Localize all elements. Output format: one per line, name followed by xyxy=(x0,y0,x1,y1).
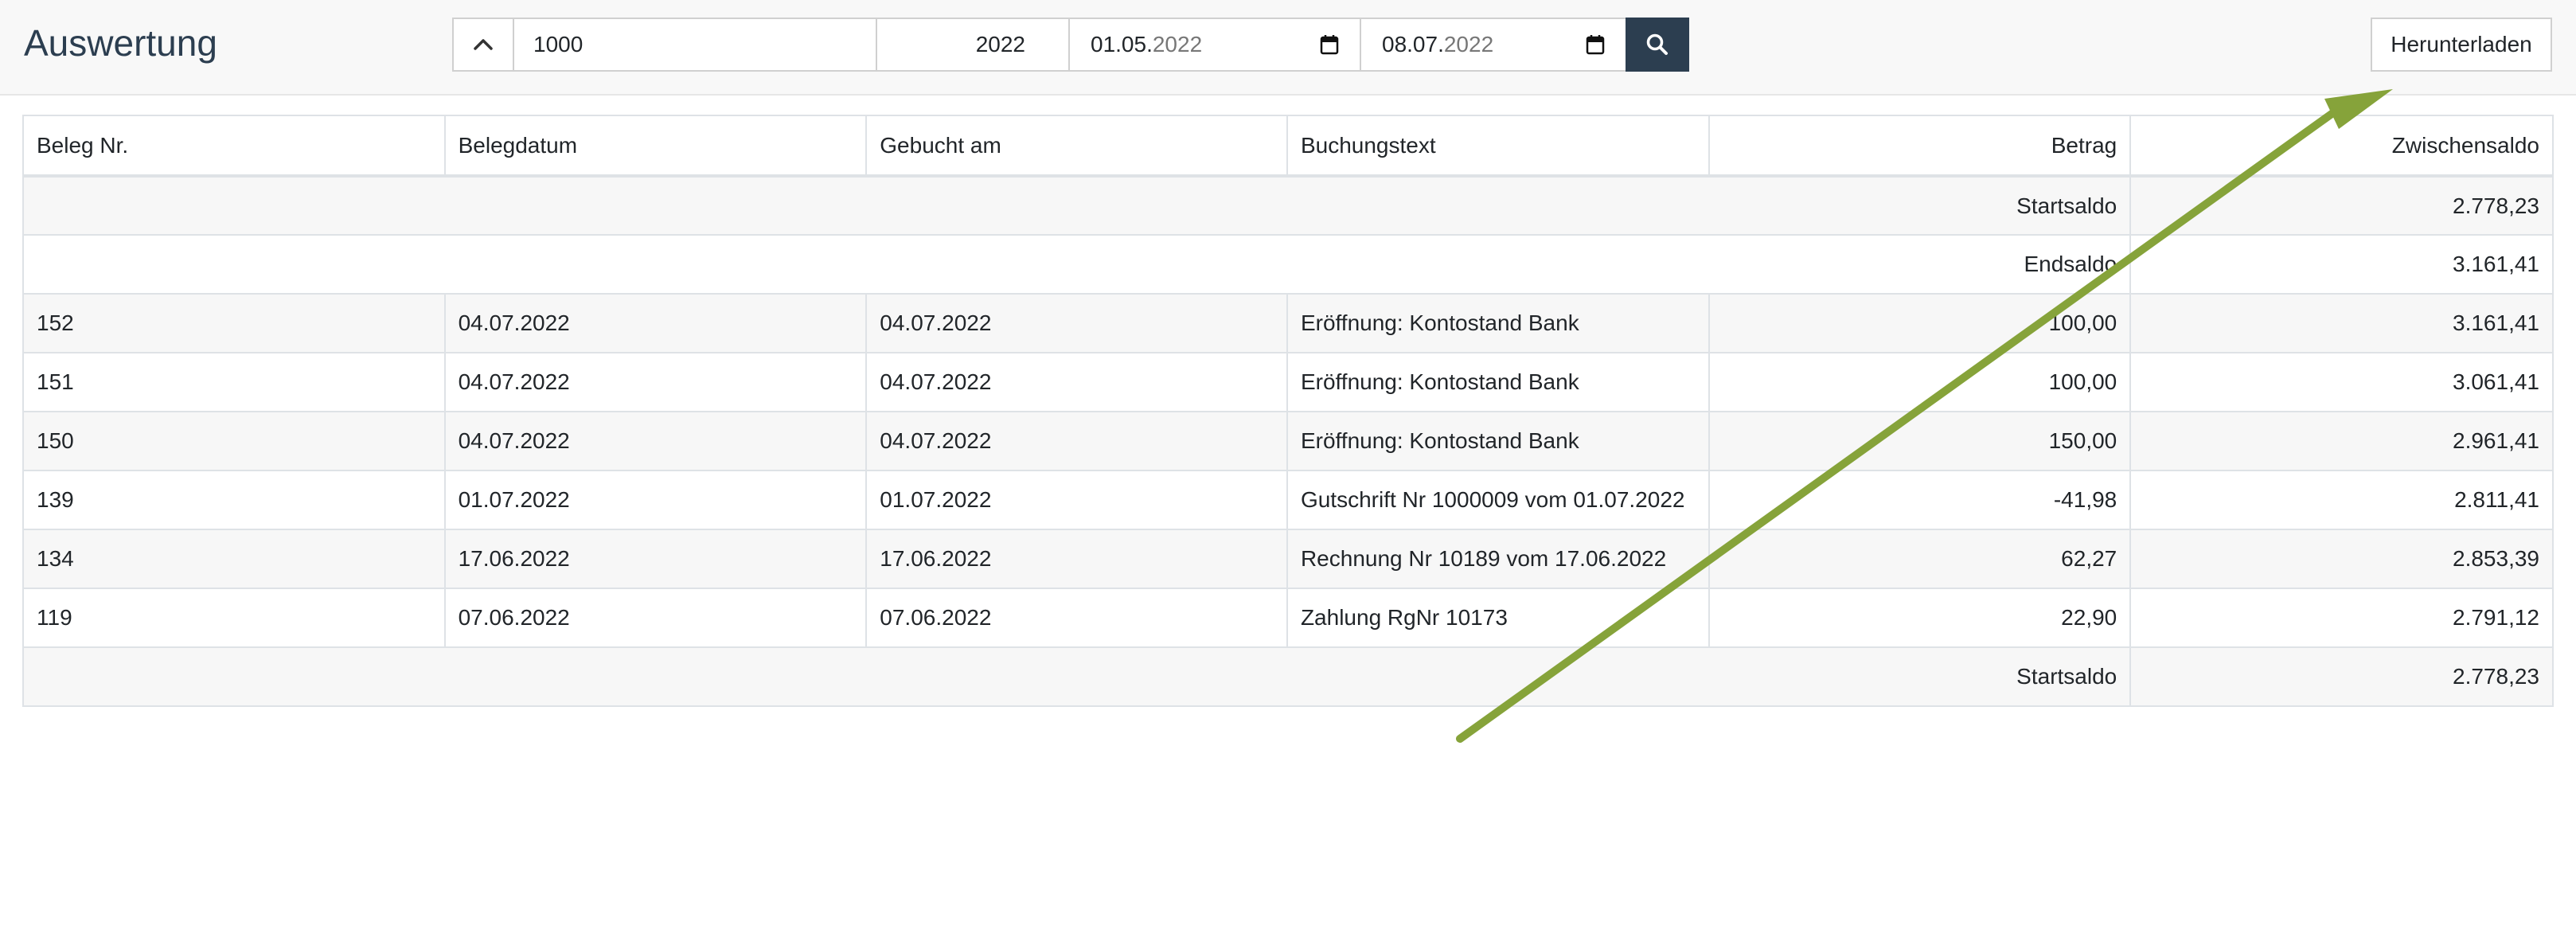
cell-belegdatum: 04.07.2022 xyxy=(443,411,868,471)
table-row[interactable]: 152 04.07.2022 04.07.2022 Eröffnung: Kon… xyxy=(22,293,2554,353)
account-input[interactable]: 1000 xyxy=(513,18,877,72)
date-to-value: 08.07.2022 xyxy=(1382,32,1494,57)
cell-zwischensaldo: 2.791,12 xyxy=(2129,588,2554,648)
cell-belegdatum: 04.07.2022 xyxy=(443,293,868,353)
cell-betrag: 150,00 xyxy=(1708,411,2132,471)
page-title: Auswertung xyxy=(24,22,217,64)
cell-buchungstext: Eröffnung: Kontostand Bank xyxy=(1286,411,1710,471)
cell-zwischensaldo: 2.811,41 xyxy=(2129,470,2554,530)
column-header-buchungstext[interactable]: Buchungstext xyxy=(1286,115,1710,178)
cell-beleg-nr: 151 xyxy=(22,352,446,412)
column-header-gebucht-am[interactable]: Gebucht am xyxy=(865,115,1288,178)
column-header-beleg-nr[interactable]: Beleg Nr. xyxy=(22,115,446,178)
summary-value: 3.161,41 xyxy=(2129,234,2554,295)
summary-value: 2.778,23 xyxy=(2129,646,2554,707)
download-button[interactable]: Herunterladen xyxy=(2371,18,2552,72)
cell-gebucht-am: 07.06.2022 xyxy=(865,588,1288,648)
table-row[interactable]: 150 04.07.2022 04.07.2022 Eröffnung: Kon… xyxy=(22,411,2554,471)
cell-buchungstext: Zahlung RgNr 10173 xyxy=(1286,588,1710,648)
cell-betrag: 22,90 xyxy=(1708,588,2132,648)
summary-label: Startsaldo xyxy=(21,646,2132,707)
cell-belegdatum: 04.07.2022 xyxy=(443,352,868,412)
chevron-up-icon xyxy=(474,39,493,50)
ledger-table: Beleg Nr. Belegdatum Gebucht am Buchungs… xyxy=(21,115,2554,707)
year-value: 2022 xyxy=(975,32,1025,57)
cell-belegdatum: 17.06.2022 xyxy=(443,529,868,589)
evaluation-page: Auswertung 1000 2022 01.05.2022 08.07.20… xyxy=(0,0,2576,941)
cell-buchungstext: Gutschrift Nr 1000009 vom 01.07.2022 xyxy=(1286,470,1710,530)
column-header-belegdatum[interactable]: Belegdatum xyxy=(443,115,868,178)
table-row[interactable]: 139 01.07.2022 01.07.2022 Gutschrift Nr … xyxy=(22,470,2554,530)
cell-gebucht-am: 17.06.2022 xyxy=(865,529,1288,589)
summary-row-endsaldo: Endsaldo 3.161,41 xyxy=(21,234,2554,295)
summary-row-startsaldo: Startsaldo 2.778,23 xyxy=(21,175,2554,236)
table-row[interactable]: 119 07.06.2022 07.06.2022 Zahlung RgNr 1… xyxy=(22,588,2554,648)
summary-label: Endsaldo xyxy=(21,234,2132,295)
search-button[interactable] xyxy=(1626,18,1689,72)
search-icon xyxy=(1646,33,1668,55)
year-input[interactable]: 2022 xyxy=(876,18,1070,72)
account-value: 1000 xyxy=(533,32,584,57)
cell-gebucht-am: 04.07.2022 xyxy=(865,293,1288,353)
cell-gebucht-am: 01.07.2022 xyxy=(865,470,1288,530)
cell-buchungstext: Rechnung Nr 10189 vom 17.06.2022 xyxy=(1286,529,1710,589)
cell-zwischensaldo: 2.853,39 xyxy=(2129,529,2554,589)
cell-betrag: 100,00 xyxy=(1708,293,2132,353)
cell-zwischensaldo: 3.061,41 xyxy=(2129,352,2554,412)
cell-beleg-nr: 139 xyxy=(22,470,446,530)
filter-input-group: 1000 2022 01.05.2022 08.07.2022 xyxy=(452,18,1689,72)
ledger-table-wrapper: Beleg Nr. Belegdatum Gebucht am Buchungs… xyxy=(21,115,2554,707)
cell-gebucht-am: 04.07.2022 xyxy=(865,411,1288,471)
column-header-betrag[interactable]: Betrag xyxy=(1708,115,2132,178)
calendar-icon[interactable] xyxy=(1586,34,1605,55)
cell-beleg-nr: 119 xyxy=(22,588,446,648)
cell-buchungstext: Eröffnung: Kontostand Bank xyxy=(1286,352,1710,412)
collapse-toggle-button[interactable] xyxy=(452,18,514,72)
table-header-row: Beleg Nr. Belegdatum Gebucht am Buchungs… xyxy=(22,115,2554,178)
cell-buchungstext: Eröffnung: Kontostand Bank xyxy=(1286,293,1710,353)
summary-row-startsaldo-bottom: Startsaldo 2.778,23 xyxy=(21,646,2554,707)
date-to-input[interactable]: 08.07.2022 xyxy=(1360,18,1627,72)
date-from-input[interactable]: 01.05.2022 xyxy=(1068,18,1361,72)
date-from-value: 01.05.2022 xyxy=(1091,32,1203,57)
cell-beleg-nr: 134 xyxy=(22,529,446,589)
cell-betrag: 62,27 xyxy=(1708,529,2132,589)
cell-betrag: 100,00 xyxy=(1708,352,2132,412)
cell-gebucht-am: 04.07.2022 xyxy=(865,352,1288,412)
top-toolbar: Auswertung 1000 2022 01.05.2022 08.07.20… xyxy=(0,0,2576,96)
cell-beleg-nr: 150 xyxy=(22,411,446,471)
cell-beleg-nr: 152 xyxy=(22,293,446,353)
cell-zwischensaldo: 3.161,41 xyxy=(2129,293,2554,353)
table-row[interactable]: 151 04.07.2022 04.07.2022 Eröffnung: Kon… xyxy=(22,352,2554,412)
cell-zwischensaldo: 2.961,41 xyxy=(2129,411,2554,471)
column-header-zwischensaldo[interactable]: Zwischensaldo xyxy=(2129,115,2554,178)
summary-label: Startsaldo xyxy=(21,175,2132,236)
table-row[interactable]: 134 17.06.2022 17.06.2022 Rechnung Nr 10… xyxy=(22,529,2554,589)
calendar-icon[interactable] xyxy=(1320,34,1339,55)
cell-belegdatum: 07.06.2022 xyxy=(443,588,868,648)
summary-value: 2.778,23 xyxy=(2129,175,2554,236)
cell-belegdatum: 01.07.2022 xyxy=(443,470,868,530)
cell-betrag: -41,98 xyxy=(1708,470,2132,530)
